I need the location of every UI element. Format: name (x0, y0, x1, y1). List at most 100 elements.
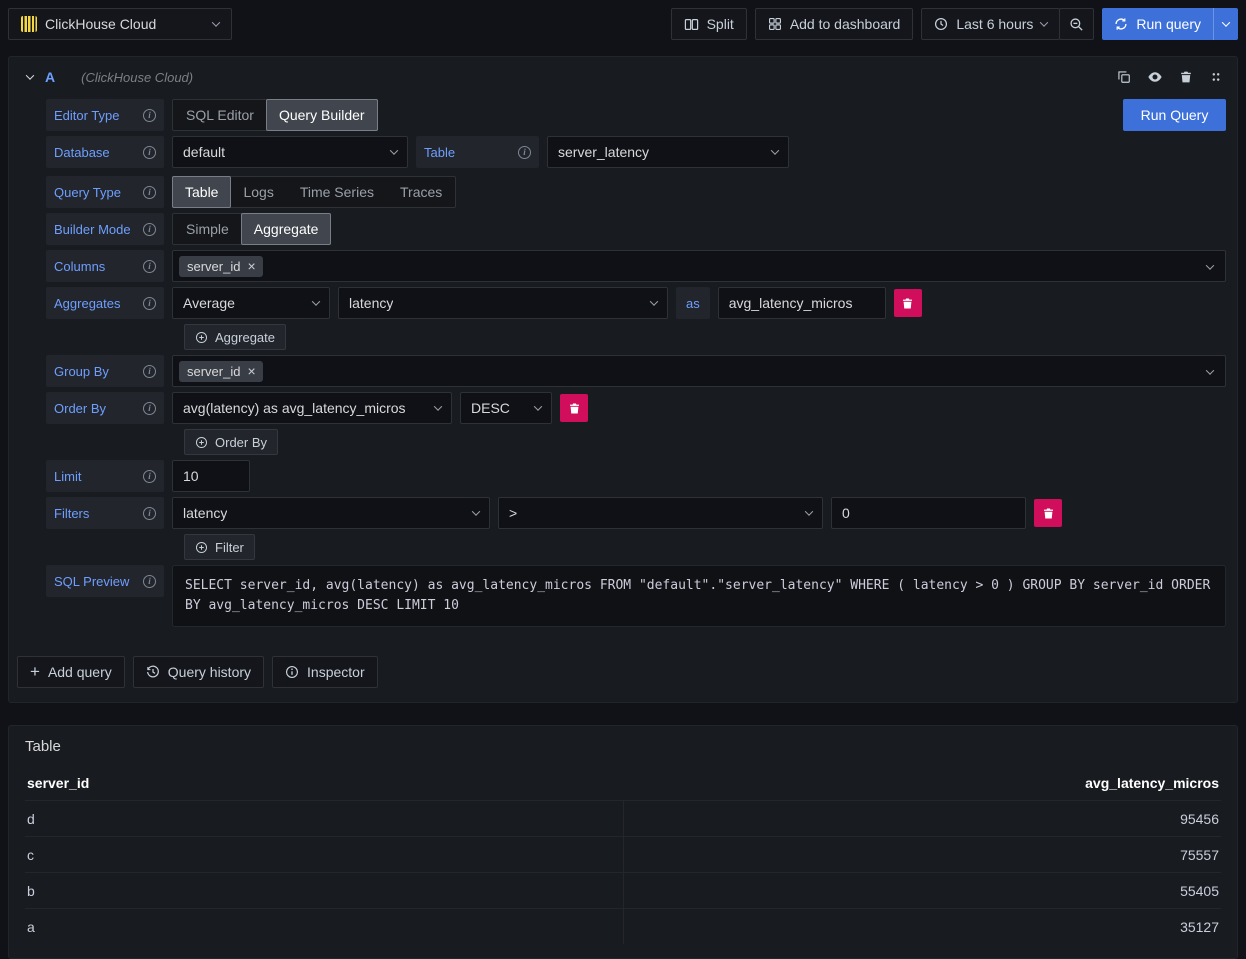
limit-input[interactable] (172, 460, 250, 492)
filter-operator-select[interactable]: > (498, 497, 823, 529)
info-icon[interactable] (143, 507, 156, 520)
info-icon[interactable] (143, 365, 156, 378)
group-by-label: Group By (46, 355, 164, 387)
run-query-button[interactable]: Run query (1102, 8, 1213, 40)
order-by-select[interactable]: avg(latency) as avg_latency_micros (172, 392, 452, 424)
info-icon[interactable] (143, 575, 156, 588)
history-icon (146, 665, 160, 679)
database-select-value: default (183, 144, 225, 160)
radio-option-simple[interactable]: Simple (173, 214, 242, 244)
remove-tag-icon[interactable]: × (247, 364, 255, 378)
info-icon[interactable] (143, 109, 156, 122)
table-row: d 95456 (25, 800, 1221, 836)
filter-operator-value: > (509, 505, 517, 521)
add-to-dashboard-button[interactable]: Add to dashboard (755, 8, 914, 40)
aggregate-alias-input[interactable] (718, 287, 886, 319)
datasource-hint: (ClickHouse Cloud) (81, 70, 193, 85)
add-to-dashboard-label: Add to dashboard (790, 16, 901, 32)
radio-option-time-series[interactable]: Time Series (287, 177, 387, 207)
duplicate-query-icon[interactable] (1117, 70, 1131, 84)
add-aggregate-button[interactable]: Aggregate (184, 324, 286, 350)
remove-aggregate-button[interactable] (894, 289, 922, 317)
trash-icon (568, 402, 581, 415)
datasource-picker[interactable]: ClickHouse Cloud (8, 8, 232, 40)
run-query-inline-button[interactable]: Run Query (1123, 99, 1226, 131)
chevron-down-icon (1206, 261, 1214, 269)
info-icon[interactable] (143, 260, 156, 273)
remove-filter-button[interactable] (1034, 499, 1062, 527)
sync-icon (1114, 17, 1128, 31)
order-direction-select[interactable]: DESC (460, 392, 552, 424)
radio-option-aggregate[interactable]: Aggregate (241, 213, 332, 245)
time-range-label: Last 6 hours (956, 16, 1033, 32)
chevron-down-icon (472, 507, 480, 515)
chevron-down-icon (650, 297, 658, 305)
column-header-server-id[interactable]: server_id (27, 775, 89, 791)
cell-avg-latency: 55405 (1180, 883, 1219, 899)
query-ref-id[interactable]: A (45, 69, 55, 85)
table-select[interactable]: server_latency (547, 136, 789, 168)
explore-footer-actions: + Add query Query history Inspector (9, 636, 1237, 702)
aggregates-row: Aggregates Average latency as (46, 287, 1226, 319)
radio-option-query-builder[interactable]: Query Builder (266, 99, 378, 131)
radio-option-traces[interactable]: Traces (387, 177, 455, 207)
order-by-label-text: Order By (54, 401, 106, 416)
info-icon[interactable] (143, 402, 156, 415)
group-by-multiselect[interactable]: server_id × (172, 355, 1226, 387)
inspector-button[interactable]: Inspector (272, 656, 378, 688)
trash-icon (1042, 507, 1055, 520)
remove-order-by-button[interactable] (560, 394, 588, 422)
chevron-down-icon (212, 18, 220, 26)
drag-handle-icon[interactable] (1209, 70, 1223, 84)
database-select[interactable]: default (172, 136, 408, 168)
order-by-label: Order By (46, 392, 164, 424)
eye-icon[interactable] (1147, 69, 1163, 85)
radio-option-logs[interactable]: Logs (230, 177, 286, 207)
add-order-by-button[interactable]: Order By (184, 429, 278, 455)
run-query-dropdown[interactable] (1213, 8, 1238, 40)
radio-option-sql-editor[interactable]: SQL Editor (173, 100, 267, 130)
columns-multiselect[interactable]: server_id × (172, 250, 1226, 282)
aggregate-function-select[interactable]: Average (172, 287, 330, 319)
panel-title: Table (25, 738, 1221, 755)
builder-mode-toggle: Simple Aggregate (172, 213, 331, 245)
info-icon[interactable] (143, 297, 156, 310)
filter-column-select[interactable]: latency (172, 497, 490, 529)
add-query-button[interactable]: + Add query (17, 656, 125, 688)
query-history-button[interactable]: Query history (133, 656, 264, 688)
filter-value-input[interactable] (831, 497, 1026, 529)
tag-label: server_id (187, 364, 240, 379)
clickhouse-logo-icon (21, 16, 37, 32)
info-icon[interactable] (143, 146, 156, 159)
zoom-out-button[interactable] (1059, 8, 1094, 40)
info-icon[interactable] (143, 186, 156, 199)
time-range-picker[interactable]: Last 6 hours (921, 8, 1060, 40)
info-icon[interactable] (143, 223, 156, 236)
collapse-chevron-icon[interactable] (26, 71, 34, 79)
remove-tag-icon[interactable]: × (247, 259, 255, 273)
filter-column-value: latency (183, 505, 227, 521)
top-toolbar: ClickHouse Cloud Split Add to dashboard … (0, 0, 1246, 48)
radio-option-table[interactable]: Table (172, 176, 231, 208)
split-button[interactable]: Split (671, 8, 747, 40)
info-icon[interactable] (143, 470, 156, 483)
chevron-down-icon (1206, 366, 1214, 374)
add-query-label: Add query (48, 664, 112, 680)
cell-server-id: a (27, 919, 35, 935)
column-header-avg-latency[interactable]: avg_latency_micros (1085, 775, 1219, 791)
add-filter-button[interactable]: Filter (184, 534, 255, 560)
aggregate-column-select[interactable]: latency (338, 287, 668, 319)
limit-row: Limit (46, 460, 1226, 492)
info-icon[interactable] (518, 146, 531, 159)
columns-label-text: Columns (54, 259, 105, 274)
plus-circle-icon (195, 436, 208, 449)
table-row: b 55405 (25, 872, 1221, 908)
zoom-out-icon (1069, 17, 1084, 32)
builder-mode-label: Builder Mode (46, 213, 164, 245)
query-type-row: Query Type Table Logs Time Series Traces (46, 176, 1226, 208)
remove-query-icon[interactable] (1179, 70, 1193, 84)
query-type-toggle: Table Logs Time Series Traces (172, 176, 456, 208)
editor-type-toggle: SQL Editor Query Builder (172, 99, 378, 131)
add-aggregate-label: Aggregate (215, 330, 275, 345)
query-editor-header: A (ClickHouse Cloud) (9, 57, 1237, 97)
